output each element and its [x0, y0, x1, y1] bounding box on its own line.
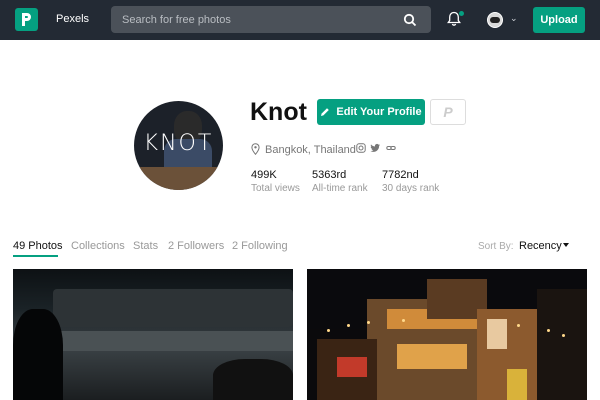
- stat-value: 499K: [251, 169, 277, 181]
- link-icon[interactable]: [386, 143, 396, 153]
- stat-label: All-time rank: [312, 183, 368, 194]
- tab-collections[interactable]: Collections: [71, 240, 125, 252]
- caret-down-icon[interactable]: [563, 243, 569, 247]
- pencil-icon: [321, 108, 330, 116]
- stat-label: 30 days rank: [382, 183, 440, 194]
- profile-name: Knot: [250, 98, 307, 126]
- stat-30-days-rank: 7782nd 30 days rank: [382, 169, 439, 194]
- edit-profile-button[interactable]: Edit Your Profile: [317, 99, 425, 125]
- stat-all-time-rank: 5363rd All-time rank: [312, 169, 368, 194]
- tab-stats[interactable]: Stats: [133, 240, 158, 252]
- tab-followers[interactable]: 2 Followers: [168, 240, 224, 252]
- paypal-button[interactable]: P: [430, 99, 466, 125]
- profile-avatar: KNOT: [134, 101, 223, 190]
- stat-value: 5363rd: [312, 169, 347, 181]
- photo-card-airplane-cabin[interactable]: [13, 269, 293, 400]
- profile-location: Bangkok, Thailand: [265, 144, 356, 156]
- pexels-logo-icon[interactable]: [15, 8, 38, 31]
- user-avatar[interactable]: [487, 12, 503, 28]
- search-box: [111, 6, 431, 33]
- sort-select[interactable]: Recency: [519, 240, 562, 252]
- avatar-logo-text: KNOT: [143, 131, 214, 156]
- search-icon[interactable]: [403, 13, 417, 27]
- tab-photos[interactable]: 49 Photos: [13, 240, 63, 252]
- stat-total-views: 499K Total views: [251, 169, 300, 194]
- sort-by-label: Sort By:: [478, 241, 514, 252]
- upload-button[interactable]: Upload: [533, 7, 585, 33]
- brand-name[interactable]: Pexels: [56, 13, 89, 25]
- twitter-icon[interactable]: [370, 143, 381, 153]
- active-tab-indicator: [13, 255, 58, 257]
- top-navigation-bar: Pexels ⌄ Upload: [0, 0, 600, 40]
- location-pin-icon: [251, 143, 260, 155]
- tab-following[interactable]: 2 Following: [232, 240, 288, 252]
- instagram-icon[interactable]: [356, 143, 366, 153]
- edit-profile-label: Edit Your Profile: [336, 106, 422, 118]
- search-input[interactable]: [111, 6, 391, 33]
- photo-card-night-market[interactable]: [307, 269, 587, 400]
- paypal-icon: P: [443, 104, 453, 120]
- stat-label: Total views: [251, 183, 300, 194]
- stat-value: 7782nd: [382, 169, 419, 181]
- notification-dot: [459, 11, 464, 16]
- chevron-down-icon[interactable]: ⌄: [510, 13, 518, 24]
